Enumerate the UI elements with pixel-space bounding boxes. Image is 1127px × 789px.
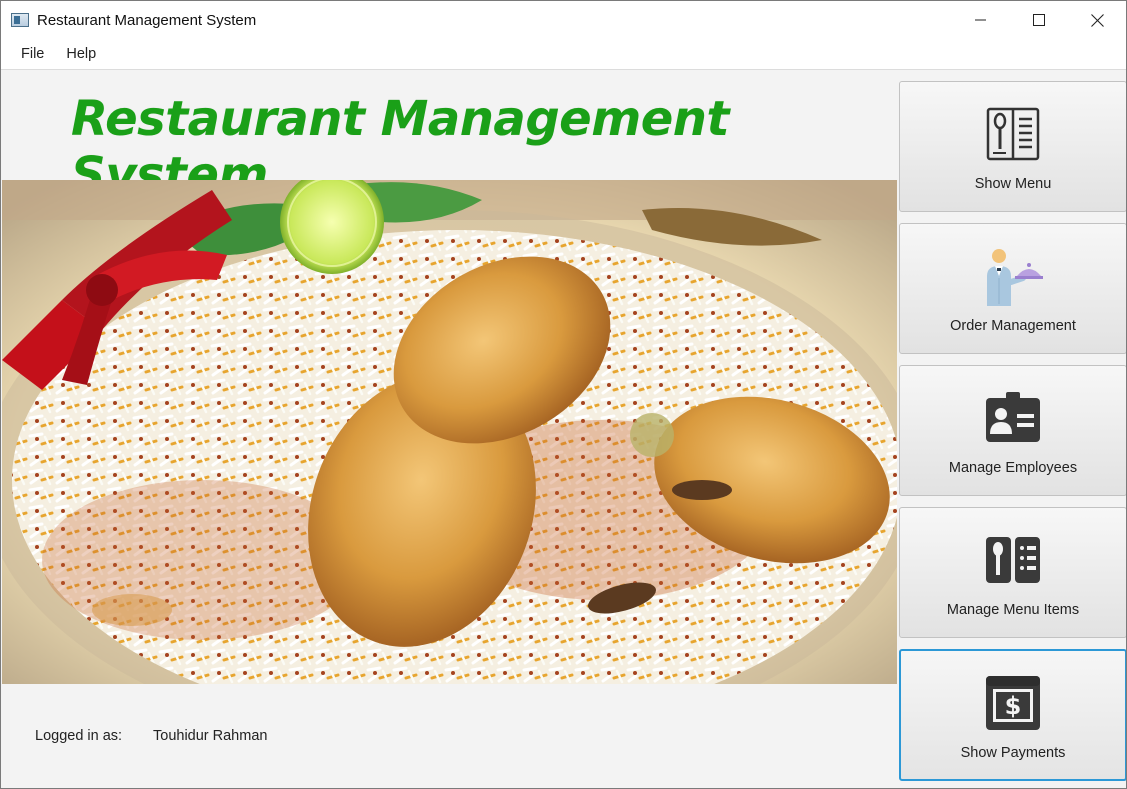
payment-icon: $ [983,673,1043,733]
order-management-button[interactable]: Order Management [899,223,1126,354]
manage-employees-label: Manage Employees [948,460,1078,476]
menu-file[interactable]: File [11,39,54,70]
maximize-button[interactable] [1010,1,1068,39]
svg-text:$: $ [1005,692,1022,720]
menu-items-icon [983,530,1043,590]
biryani-photo [2,180,897,684]
show-menu-label: Show Menu [974,176,1052,192]
main-content: Restaurant Management System Logged in a… [1,71,1126,788]
minimize-button[interactable] [952,1,1010,39]
hero-image [2,180,897,684]
id-card-icon [983,388,1043,448]
menu-help[interactable]: Help [56,39,106,70]
close-icon [1090,13,1104,27]
waiter-icon [983,246,1043,306]
title-bar: Restaurant Management System [1,1,1126,39]
close-button[interactable] [1068,1,1126,39]
menu-book-icon [983,104,1043,164]
app-window: Restaurant Management System File Help R… [0,0,1127,789]
show-menu-button[interactable]: Show Menu [899,81,1126,212]
logged-in-user: Touhidur Rahman [153,728,268,744]
maximize-icon [1033,14,1045,26]
minimize-icon [975,19,986,21]
show-payments-label: Show Payments [960,745,1066,761]
app-window-icon [11,13,29,27]
manage-employees-button[interactable]: Manage Employees [899,365,1126,496]
logged-in-label: Logged in as: [35,728,123,744]
window-controls [952,1,1126,39]
show-payments-button[interactable]: $ Show Payments [899,649,1126,781]
manage-menu-items-button[interactable]: Manage Menu Items [899,507,1126,638]
manage-menu-items-label: Manage Menu Items [946,602,1080,618]
menu-bar: File Help [1,39,1126,70]
window-title: Restaurant Management System [37,11,257,29]
order-management-label: Order Management [950,318,1076,334]
